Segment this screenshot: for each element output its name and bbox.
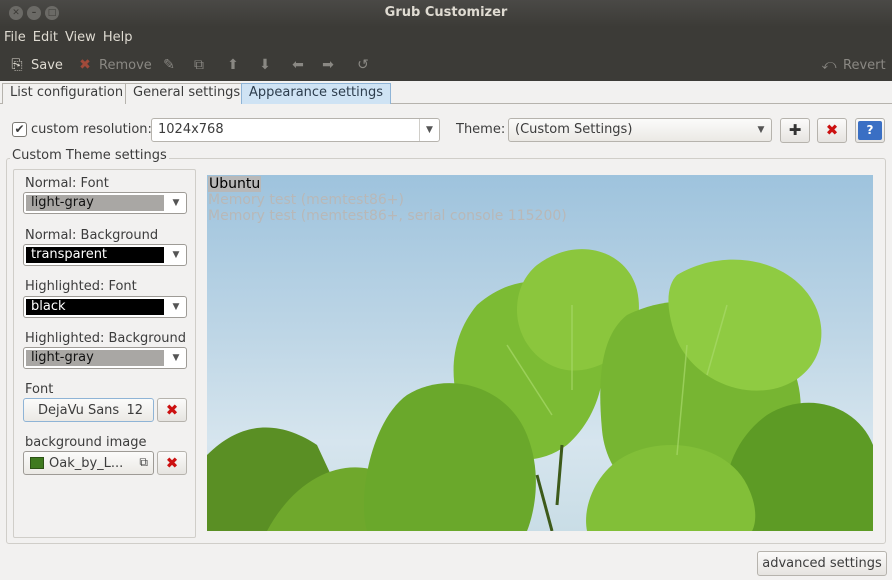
file-open-icon: ⧉ (139, 455, 148, 469)
oak-leaves-image (207, 249, 873, 531)
tab-appearance-settings[interactable]: Appearance settings (241, 83, 392, 104)
boot-entry-memtest: Memory test (memtest86+) (208, 192, 404, 208)
menu-help[interactable]: Help (99, 27, 136, 45)
normal-background-swatch: transparent (26, 247, 164, 263)
menu-bar: File Edit View Help (0, 27, 892, 49)
highlighted-font-swatch: black (26, 299, 164, 315)
close-icon: ✖ (165, 454, 179, 472)
resolution-combo[interactable]: 1024x768 ▼ (151, 118, 440, 142)
remove-button[interactable]: ✖ Remove (76, 55, 152, 75)
revert-button[interactable]: ⤺ Revert (820, 55, 886, 75)
save-button[interactable]: ⎘ Save (8, 55, 63, 75)
close-icon: ✖ (825, 121, 839, 139)
resolution-value: 1024x768 (158, 122, 224, 137)
window-title: Grub Customizer (384, 5, 508, 20)
create-entry-icon[interactable]: ⧉ (190, 55, 208, 75)
background-image-chooser[interactable]: Oak_by_L... ⧉ (23, 451, 154, 475)
rename-icon[interactable]: ✎ (160, 55, 178, 75)
font-name: DejaVu Sans (38, 403, 120, 418)
chevron-down-icon: ▼ (419, 119, 439, 141)
chevron-down-icon: ▼ (757, 125, 765, 135)
move-right-icon[interactable]: ➡ (319, 55, 337, 75)
theme-label: Theme: (456, 122, 506, 137)
reload-icon[interactable]: ↺ (354, 55, 372, 75)
remove-theme-button[interactable]: ✖ (817, 118, 847, 143)
theme-combo[interactable]: (Custom Settings) ▼ (508, 118, 772, 142)
move-up-icon[interactable]: ⬆ (224, 55, 242, 75)
menu-edit[interactable]: Edit (29, 27, 61, 45)
remove-font-button[interactable]: ✖ (157, 398, 187, 422)
theme-preview: Ubuntu Memory test (memtest86+) Memory t… (207, 175, 873, 531)
move-down-icon[interactable]: ⬇ (256, 55, 274, 75)
normal-font-label: Normal: Font (25, 176, 109, 191)
highlighted-background-label: Highlighted: Background (25, 331, 187, 346)
tab-bar: List configuration General settings Appe… (0, 81, 892, 104)
remove-icon: ✖ (79, 57, 91, 73)
highlighted-background-swatch: light-gray (26, 350, 164, 366)
normal-font-color-combo[interactable]: light-gray ▼ (23, 192, 187, 214)
tab-list-configuration[interactable]: List configuration (2, 83, 132, 104)
remove-background-image-button[interactable]: ✖ (157, 451, 187, 475)
chevron-down-icon: ▼ (172, 198, 180, 208)
font-label: Font (25, 382, 54, 397)
advanced-settings-button[interactable]: advanced settings (757, 551, 887, 576)
menu-view[interactable]: View (61, 27, 99, 45)
boot-entry-ubuntu: Ubuntu (208, 176, 262, 192)
move-left-icon[interactable]: ⬅ (289, 55, 307, 75)
tab-general-settings[interactable]: General settings (125, 83, 249, 104)
add-theme-button[interactable]: ✚ (780, 118, 810, 143)
help-icon: ? (858, 121, 882, 140)
save-icon: ⎘ (11, 57, 23, 73)
revert-label: Revert (843, 57, 886, 73)
toolbar: ⎘ Save ✖ Remove ✎ ⧉ ⬆ ⬇ ⬅ ➡ ↺ ⤺ Revert (0, 49, 892, 81)
normal-font-swatch: light-gray (26, 195, 164, 211)
theme-value: (Custom Settings) (515, 122, 633, 137)
background-image-filename: Oak_by_L... (49, 456, 124, 471)
custom-resolution-checkbox[interactable]: ✔ (12, 122, 27, 137)
custom-resolution-label: custom resolution: (31, 122, 152, 137)
plus-icon: ✚ (788, 121, 802, 139)
help-button[interactable]: ? (855, 118, 885, 143)
custom-theme-title: Custom Theme settings (10, 148, 169, 163)
menu-file[interactable]: File (0, 27, 29, 45)
highlighted-font-color-combo[interactable]: black ▼ (23, 296, 187, 318)
revert-icon: ⤺ (821, 57, 837, 73)
background-image-label: background image (25, 435, 147, 450)
image-file-icon (30, 457, 44, 469)
remove-label: Remove (99, 57, 152, 73)
normal-background-label: Normal: Background (25, 228, 159, 243)
font-size: 12 (126, 403, 143, 418)
chevron-down-icon: ▼ (172, 250, 180, 260)
highlighted-background-color-combo[interactable]: light-gray ▼ (23, 347, 187, 369)
font-chooser-button[interactable]: DejaVu Sans 12 (23, 398, 154, 422)
close-icon: ✖ (165, 401, 179, 419)
boot-entry-memtest-serial: Memory test (memtest86+, serial console … (208, 208, 567, 224)
normal-background-color-combo[interactable]: transparent ▼ (23, 244, 187, 266)
highlighted-font-label: Highlighted: Font (25, 279, 137, 294)
save-label: Save (31, 57, 63, 73)
chevron-down-icon: ▼ (172, 353, 180, 363)
chevron-down-icon: ▼ (172, 302, 180, 312)
title-bar: ✕ – □ Grub Customizer (0, 0, 892, 27)
